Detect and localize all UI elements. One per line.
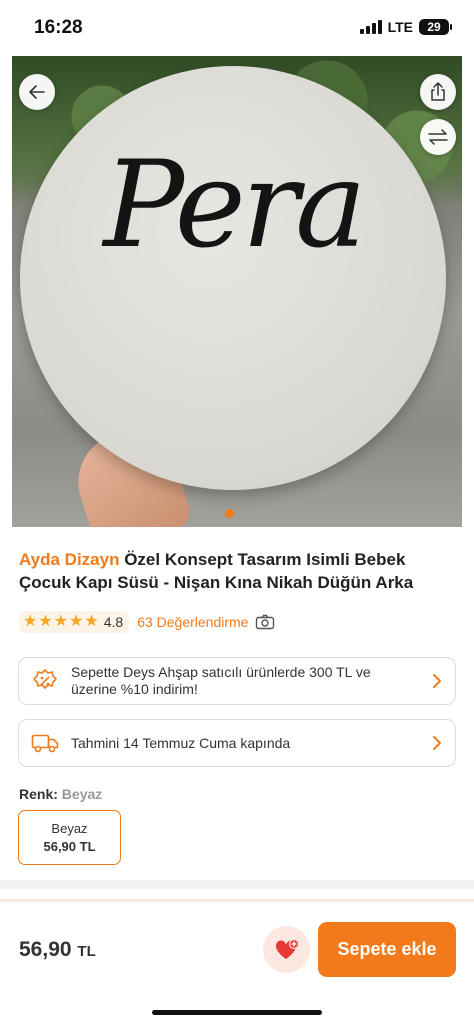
- status-time: 16:28: [34, 17, 83, 38]
- delivery-text: Tahmini 14 Temmuz Cuma kapında: [71, 734, 291, 751]
- home-indicator[interactable]: [152, 1010, 322, 1015]
- add-to-cart-button[interactable]: Sepete ekle: [318, 922, 456, 977]
- disc-name-text: Pera: [103, 136, 366, 275]
- swap-arrows-icon: [428, 129, 448, 145]
- delivery-truck-icon: [19, 732, 71, 754]
- price-value: 56,90: [19, 938, 72, 961]
- battery-icon: 29: [419, 19, 452, 35]
- section-divider: [0, 880, 474, 889]
- star-half-icon: ★: [84, 613, 99, 630]
- signal-icon: [359, 20, 382, 34]
- rating-value: 4.8: [103, 614, 124, 630]
- share-button[interactable]: [420, 74, 456, 110]
- star-icon: ★: [38, 613, 53, 630]
- variant-option-beyaz[interactable]: Beyaz 56,90 TL: [18, 810, 121, 865]
- compare-button[interactable]: [420, 119, 456, 155]
- network-type: LTE: [387, 19, 413, 35]
- rating-row[interactable]: ★ ★ ★ ★ ★ 4.8 63 Değerlendirme: [19, 610, 275, 634]
- star-icon: ★: [69, 613, 84, 630]
- bottom-price: 56,90 TL: [19, 938, 96, 962]
- variant-price: 56,90 TL: [43, 839, 96, 854]
- star-icon: ★: [53, 613, 69, 630]
- product-title: Ayda Dizayn Özel Konsept Tasarım Isimli …: [19, 548, 459, 594]
- product-image-gallery[interactable]: Pera: [12, 56, 462, 527]
- star-icon: ★: [23, 613, 38, 630]
- reviews-link[interactable]: 63 Değerlendirme: [137, 614, 248, 630]
- color-label: Renk: Beyaz: [19, 786, 102, 802]
- rating-chip: ★ ★ ★ ★ ★ 4.8: [19, 611, 130, 633]
- product-disc: Pera: [20, 66, 446, 490]
- color-label-text: Renk:: [19, 786, 58, 802]
- variant-name: Beyaz: [51, 821, 88, 836]
- chevron-right-icon: [419, 735, 455, 751]
- status-indicators: LTE 29: [359, 19, 452, 35]
- discount-tag-icon: [19, 668, 71, 694]
- camera-icon[interactable]: [255, 614, 275, 630]
- status-bar: 16:28 LTE 29: [0, 0, 474, 56]
- battery-level: 29: [427, 20, 441, 34]
- discount-text: Sepette Deys Ahşap satıcılı ürünlerde 30…: [71, 664, 371, 697]
- selected-color: Beyaz: [61, 786, 103, 802]
- bottom-action-bar: 56,90 TL Sepete ekle: [0, 899, 474, 1024]
- discount-card[interactable]: Sepette Deys Ahşap satıcılı ürünlerde 30…: [18, 657, 456, 705]
- share-icon: [431, 82, 445, 101]
- price-currency: TL: [77, 943, 96, 960]
- heart-plus-icon: [275, 938, 299, 959]
- back-button[interactable]: [19, 74, 55, 110]
- favorite-button[interactable]: [263, 926, 310, 973]
- delivery-card[interactable]: Tahmini 14 Temmuz Cuma kapında: [18, 719, 456, 767]
- image-pagination-dot[interactable]: [225, 509, 234, 518]
- brand-link[interactable]: Ayda Dizayn: [19, 550, 119, 569]
- chevron-right-icon: [419, 673, 455, 689]
- arrow-left-icon: [29, 85, 45, 99]
